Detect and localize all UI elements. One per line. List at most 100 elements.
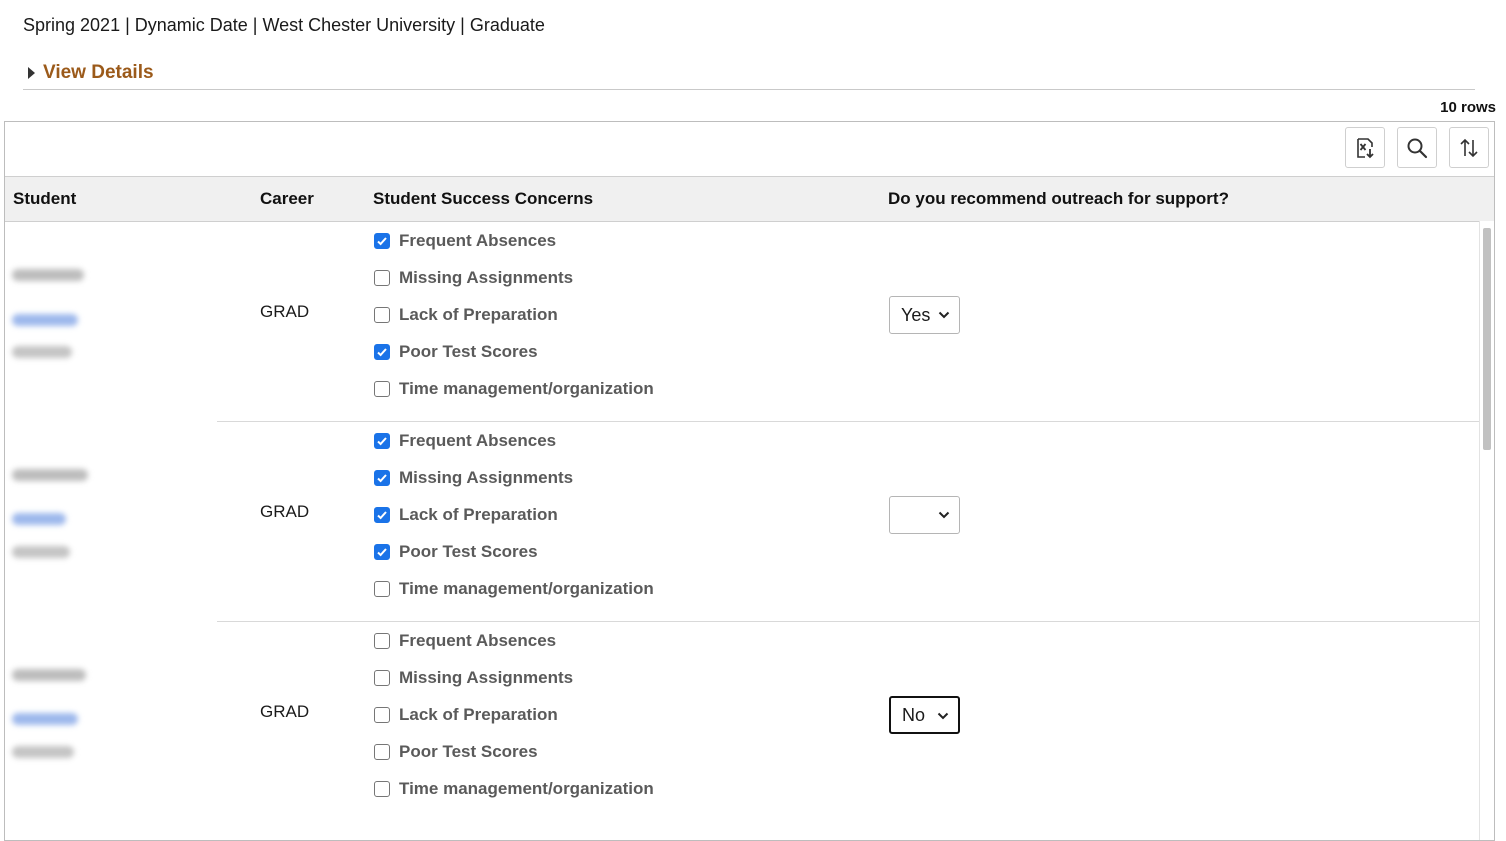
concern-time-management[interactable]: Time management/organization (374, 379, 654, 416)
search-button[interactable] (1397, 127, 1437, 168)
concern-label: Lack of Preparation (399, 705, 558, 724)
checkbox-unchecked[interactable] (374, 381, 390, 397)
concern-label: Missing Assignments (399, 468, 574, 487)
redacted-student-detail (12, 746, 74, 758)
checkbox-unchecked[interactable] (374, 581, 390, 597)
concern-missing-assignments[interactable]: Missing Assignments (374, 668, 654, 705)
concern-label: Lack of Preparation (399, 305, 558, 324)
checkbox-checked[interactable] (374, 433, 390, 449)
checkbox-unchecked[interactable] (374, 270, 390, 286)
career-value: GRAD (260, 302, 310, 321)
column-header-outreach[interactable]: Do you recommend outreach for support? (888, 189, 1229, 209)
concerns-list: Frequent Absences Missing Assignments La… (374, 431, 654, 616)
redacted-student-id (12, 669, 86, 681)
column-header-student[interactable]: Student (13, 189, 76, 209)
redacted-student-name-link[interactable] (12, 713, 78, 725)
outreach-select[interactable] (889, 496, 960, 534)
concern-poor-test-scores[interactable]: Poor Test Scores (374, 342, 654, 379)
checkmark-icon (377, 511, 387, 520)
column-header-concerns[interactable]: Student Success Concerns (373, 189, 593, 209)
view-details-label: View Details (43, 62, 154, 83)
checkbox-unchecked[interactable] (374, 633, 390, 649)
checkbox-unchecked[interactable] (374, 744, 390, 760)
concern-missing-assignments[interactable]: Missing Assignments (374, 268, 654, 305)
checkbox-checked[interactable] (374, 344, 390, 360)
chevron-down-icon (938, 511, 950, 519)
concern-label: Poor Test Scores (399, 742, 538, 761)
checkbox-checked[interactable] (374, 507, 390, 523)
student-cell-redacted (5, 622, 217, 822)
sort-button[interactable] (1449, 127, 1489, 168)
grid-body: GRAD Frequent Absences Missing Assignmen… (5, 222, 1494, 822)
career-value: GRAD (260, 502, 310, 521)
concern-label: Poor Test Scores (399, 342, 538, 361)
redacted-student-name-link[interactable] (12, 513, 66, 525)
concern-label: Frequent Absences (399, 231, 557, 250)
concern-label: Poor Test Scores (399, 542, 538, 561)
checkmark-icon (377, 348, 387, 357)
table-row: GRAD Frequent Absences Missing Assignmen… (5, 222, 1494, 422)
redacted-student-id (12, 269, 84, 281)
outreach-selected-value: Yes (901, 304, 931, 325)
checkmark-icon (377, 237, 387, 246)
outreach-selected-value: No (902, 704, 926, 725)
student-cell-redacted (5, 422, 217, 622)
concern-frequent-absences[interactable]: Frequent Absences (374, 631, 654, 668)
sort-icon (1460, 138, 1478, 157)
concern-lack-of-preparation[interactable]: Lack of Preparation (374, 505, 654, 542)
table-row: GRAD Frequent Absences Missing Assignmen… (5, 422, 1494, 622)
expand-triangle-icon (28, 67, 35, 79)
redacted-student-name-link[interactable] (12, 314, 78, 326)
concern-frequent-absences[interactable]: Frequent Absences (374, 231, 654, 268)
concern-frequent-absences[interactable]: Frequent Absences (374, 431, 654, 468)
checkbox-checked[interactable] (374, 470, 390, 486)
concern-time-management[interactable]: Time management/organization (374, 779, 654, 816)
redacted-student-id (12, 469, 88, 481)
redacted-student-detail (12, 346, 72, 358)
career-value: GRAD (260, 702, 310, 721)
excel-export-button[interactable] (1345, 127, 1385, 168)
table-row: GRAD Frequent Absences Missing Assignmen… (5, 622, 1494, 822)
checkmark-icon (377, 548, 387, 557)
checkmark-icon (377, 437, 387, 446)
excel-export-icon (1357, 137, 1374, 158)
concern-label: Time management/organization (399, 779, 654, 798)
concern-label: Time management/organization (399, 379, 654, 398)
redacted-student-detail (12, 546, 70, 558)
checkbox-unchecked[interactable] (374, 670, 390, 686)
row-count: 10 rows (1440, 99, 1496, 116)
concern-label: Lack of Preparation (399, 505, 558, 524)
concern-poor-test-scores[interactable]: Poor Test Scores (374, 742, 654, 779)
concern-poor-test-scores[interactable]: Poor Test Scores (374, 542, 654, 579)
student-cell-redacted (5, 222, 217, 422)
grid-header-row: Student Career Student Success Concerns … (5, 177, 1494, 222)
checkbox-unchecked[interactable] (374, 707, 390, 723)
concern-label: Frequent Absences (399, 631, 557, 650)
concerns-list: Frequent Absences Missing Assignments La… (374, 231, 654, 416)
concern-lack-of-preparation[interactable]: Lack of Preparation (374, 305, 654, 342)
checkbox-unchecked[interactable] (374, 781, 390, 797)
concern-label: Missing Assignments (399, 668, 574, 687)
student-grid: Student Career Student Success Concerns … (4, 121, 1495, 841)
concern-time-management[interactable]: Time management/organization (374, 579, 654, 616)
concern-label: Frequent Absences (399, 431, 557, 450)
checkmark-icon (377, 474, 387, 483)
context-line: Spring 2021 | Dynamic Date | West Cheste… (23, 15, 545, 35)
outreach-select[interactable]: No (889, 696, 960, 734)
checkbox-checked[interactable] (374, 544, 390, 560)
checkbox-unchecked[interactable] (374, 307, 390, 323)
concern-label: Time management/organization (399, 579, 654, 598)
concerns-list: Frequent Absences Missing Assignments La… (374, 631, 654, 816)
chevron-down-icon (938, 311, 950, 319)
grid-scrollbar-thumb[interactable] (1483, 228, 1491, 450)
column-header-career[interactable]: Career (260, 189, 314, 209)
outreach-select[interactable]: Yes (889, 296, 960, 334)
concern-lack-of-preparation[interactable]: Lack of Preparation (374, 705, 654, 742)
search-icon (1407, 138, 1428, 158)
chevron-down-icon (937, 712, 949, 720)
section-divider (23, 89, 1475, 90)
view-details-toggle[interactable]: View Details (28, 62, 154, 84)
checkbox-checked[interactable] (374, 233, 390, 249)
grid-toolbar (5, 122, 1494, 177)
concern-missing-assignments[interactable]: Missing Assignments (374, 468, 654, 505)
